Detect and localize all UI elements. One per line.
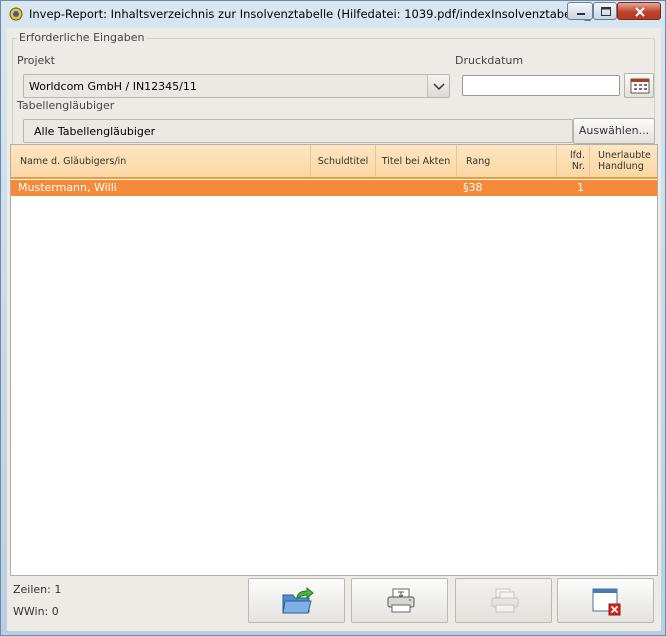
close-button[interactable] [617,2,661,20]
column-header-schuldtitel-label: Schuldtitel [317,155,369,167]
column-header-rang-label: Rang [466,155,491,167]
row-count: Zeilen: 1 [13,583,62,596]
druckdatum-label: Druckdatum [455,54,524,67]
print-button[interactable] [351,578,448,623]
maximize-icon [601,7,611,16]
cell-name: Mustermann, Willi [18,181,117,194]
column-header-schuldtitel[interactable]: Schuldtitel [311,145,376,177]
projekt-label: Projekt [17,54,55,67]
export-folder-icon [282,587,314,614]
projekt-value: Worldcom GmbH / IN12345/11 [29,80,197,93]
tabellenglaeubiger-label: Tabellengläubiger [17,99,115,112]
calendar-icon [630,78,650,94]
column-header-lfd-nr[interactable]: lfd. Nr. [557,145,590,177]
required-inputs-group: Projekt Worldcom GmbH / IN12345/11 Druck… [12,38,655,146]
window-title: Invep-Report: Inhaltsverzeichnis zur Ins… [29,7,602,21]
print-preview-icon [491,588,519,613]
druckdatum-field[interactable] [462,75,620,96]
creditor-table[interactable]: Name d. Gläubigers/in Schuldtitel Titel … [10,144,658,576]
column-header-lfd-label: lfd. [569,150,585,161]
column-header-unerlaubte-handlung[interactable]: Unerlaubte Handlung [590,145,657,177]
title-bar[interactable]: Invep-Report: Inhaltsverzeichnis zur Ins… [1,1,665,27]
table-header: Name d. Gläubigers/in Schuldtitel Titel … [11,145,657,179]
column-header-rang[interactable]: Rang [457,145,557,177]
app-window: Invep-Report: Inhaltsverzeichnis zur Ins… [0,0,666,636]
table-row[interactable]: Mustermann, Willi §38 1 [11,180,657,196]
column-header-name-label: Name d. Gläubigers/in [20,155,127,167]
export-button[interactable] [248,578,345,623]
cell-lfd-nr: 1 [577,181,584,194]
select-button[interactable]: Auswählen... [573,118,655,144]
projekt-combobox[interactable]: Worldcom GmbH / IN12345/11 [23,74,450,98]
group-title: Erforderliche Eingaben [17,31,147,44]
tabellenglaeubiger-value: Alle Tabellengläubiger [34,125,156,138]
cell-rang: §38 [463,181,483,194]
column-header-titel-label: Titel bei Akten [381,155,451,167]
close-icon [635,7,645,17]
minimize-icon [577,13,585,15]
printer-icon [387,588,415,613]
chevron-down-icon [433,83,445,91]
client-area: Projekt Worldcom GmbH / IN12345/11 Druck… [7,28,661,631]
close-window-icon [592,588,621,616]
projekt-dropdown-button[interactable] [427,75,449,97]
minimize-button[interactable] [567,2,593,20]
column-header-nr-label: Nr. [571,161,585,172]
column-header-titel-bei-akten[interactable]: Titel bei Akten [376,145,457,177]
maximize-button[interactable] [593,2,617,20]
wwin-count: WWin: 0 [13,605,59,618]
column-header-uh-label-1: Unerlaubte [598,150,651,161]
close-window-button[interactable] [557,578,654,623]
app-icon [9,7,23,21]
calendar-button[interactable] [624,73,654,98]
column-header-uh-label-2: Handlung [598,161,644,172]
tabellenglaeubiger-field: Alle Tabellengläubiger [23,119,573,143]
column-header-name[interactable]: Name d. Gläubigers/in [11,145,311,177]
print-preview-button[interactable] [455,578,552,623]
